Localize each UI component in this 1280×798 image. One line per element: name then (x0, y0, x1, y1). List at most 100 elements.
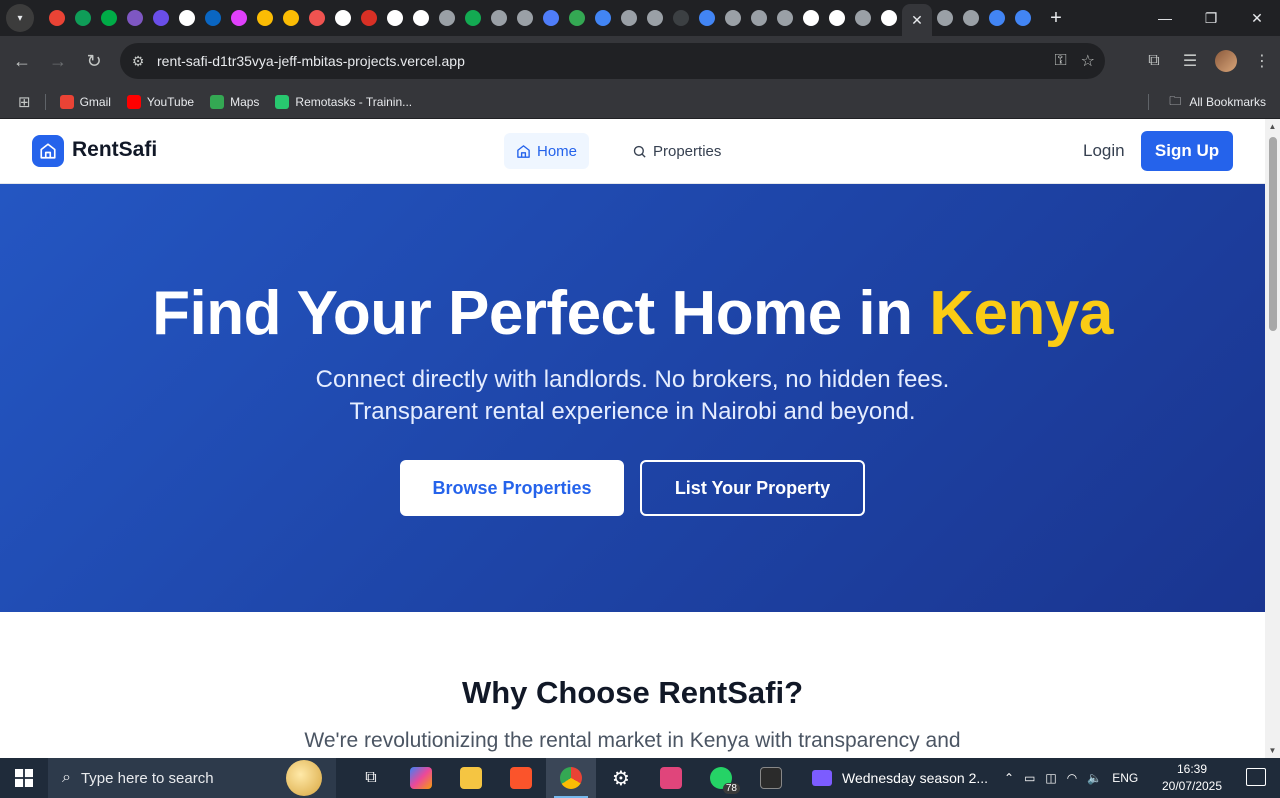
tab-favicon[interactable] (330, 0, 356, 36)
minimize-icon[interactable]: — (1142, 0, 1188, 36)
tab-favicon[interactable] (616, 0, 642, 36)
all-bookmarks-button[interactable]: 🗀 All Bookmarks (1169, 86, 1266, 118)
whatsapp-icon[interactable]: 78 (696, 758, 746, 798)
tab-favicon[interactable] (278, 0, 304, 36)
favicon-icon (283, 10, 299, 26)
tab-favicon[interactable] (824, 0, 850, 36)
bookmark-item[interactable]: YouTube (126, 95, 194, 109)
notifications-icon[interactable] (1246, 768, 1266, 786)
tab-favicon[interactable] (984, 0, 1010, 36)
tab-favicon[interactable] (96, 0, 122, 36)
scroll-up-icon[interactable]: ▲ (1268, 122, 1277, 131)
password-key-icon[interactable]: ⚿ (1054, 52, 1066, 70)
tab-favicon[interactable] (226, 0, 252, 36)
tab-favicon[interactable] (958, 0, 984, 36)
tab-favicon[interactable] (798, 0, 824, 36)
tab-favicon[interactable] (486, 0, 512, 36)
favicon-icon (231, 10, 247, 26)
bookmark-label: Remotasks - Trainin... (295, 95, 413, 109)
apps-grid-icon[interactable]: ⊞ (18, 93, 31, 111)
file-explorer-icon[interactable] (446, 758, 496, 798)
tab-favicon[interactable] (382, 0, 408, 36)
forward-icon[interactable]: → (40, 43, 76, 79)
tab-favicon[interactable] (876, 0, 902, 36)
show-hidden-icons-icon[interactable]: ⌃ (1004, 771, 1014, 785)
brave-browser-icon[interactable] (496, 758, 546, 798)
menu-kebab-icon[interactable]: ⋮ (1244, 51, 1280, 71)
settings-gear-icon[interactable]: ⚙ (596, 758, 646, 798)
address-bar[interactable]: ⚙ rent-safi-d1tr35vya-jeff-mbitas-projec… (120, 43, 1105, 79)
taskbar-search[interactable]: ⌕ Type here to search (48, 758, 336, 798)
language-indicator[interactable]: ENG (1112, 771, 1138, 785)
tab-favicon[interactable] (512, 0, 538, 36)
tab-favicon[interactable] (850, 0, 876, 36)
media-widget[interactable]: Wednesday season 2... (812, 758, 988, 798)
signup-button[interactable]: Sign Up (1141, 131, 1233, 171)
page-scrollbar[interactable]: ▲ ▼ (1265, 119, 1280, 758)
tab-favicon[interactable] (304, 0, 330, 36)
bookmark-item[interactable]: Maps (210, 95, 259, 109)
home-logo-icon[interactable] (32, 135, 64, 167)
url-text[interactable]: rent-safi-d1tr35vya-jeff-mbitas-projects… (157, 53, 465, 69)
tab-favicon[interactable] (44, 0, 70, 36)
tab-favicon[interactable] (720, 0, 746, 36)
tab-favicon[interactable] (538, 0, 564, 36)
tab-favicon[interactable] (408, 0, 434, 36)
tab-favicon[interactable] (460, 0, 486, 36)
volume-icon[interactable]: 🔈 (1087, 771, 1102, 785)
scroll-down-icon[interactable]: ▼ (1268, 746, 1277, 755)
close-window-icon[interactable]: ✕ (1234, 0, 1280, 36)
tab-favicon[interactable] (252, 0, 278, 36)
chrome-icon[interactable] (546, 758, 596, 798)
favicon-icon (361, 10, 377, 26)
snipping-tool-icon[interactable] (646, 758, 696, 798)
tab-favicon[interactable] (122, 0, 148, 36)
reload-icon[interactable]: ↻ (76, 43, 112, 79)
tab-favicon[interactable] (174, 0, 200, 36)
tab-favicon[interactable] (642, 0, 668, 36)
extensions-icon[interactable]: ⧉ (1136, 52, 1172, 70)
tab-favicon[interactable] (746, 0, 772, 36)
tab-favicon[interactable] (200, 0, 226, 36)
tab-favicon[interactable] (148, 0, 174, 36)
list-property-button[interactable]: List Your Property (640, 460, 865, 516)
tab-favicon[interactable] (590, 0, 616, 36)
favicon-icon (829, 10, 845, 26)
task-view-icon[interactable]: ⧉ (346, 758, 396, 798)
login-link[interactable]: Login (1083, 141, 1125, 161)
restore-icon[interactable]: ❐ (1188, 0, 1234, 36)
scrollbar-thumb[interactable] (1269, 137, 1277, 331)
wifi-icon[interactable]: ◠ (1067, 771, 1077, 785)
network-icon[interactable]: ◫ (1045, 771, 1056, 785)
brand-name[interactable]: RentSafi (72, 138, 157, 162)
tab-favicon[interactable] (564, 0, 590, 36)
app-icon[interactable] (746, 758, 796, 798)
nav-properties[interactable]: Properties (620, 133, 733, 169)
tab-favicon[interactable] (772, 0, 798, 36)
tab-favicon[interactable] (694, 0, 720, 36)
active-tab[interactable]: ✕ (902, 4, 932, 36)
new-tab-button[interactable]: + (1042, 4, 1070, 32)
battery-icon[interactable]: ▭ (1024, 771, 1035, 785)
tab-favicon[interactable] (1010, 0, 1036, 36)
profile-avatar[interactable] (1215, 50, 1237, 72)
bookmark-star-icon[interactable]: ☆ (1081, 51, 1095, 71)
favicon-icon (777, 10, 793, 26)
bookmark-item[interactable]: Remotasks - Trainin... (275, 95, 412, 109)
back-icon[interactable]: ← (4, 43, 40, 79)
nav-home[interactable]: Home (504, 133, 590, 169)
tab-favicon[interactable] (434, 0, 460, 36)
tab-search-button[interactable]: ▾ (6, 4, 34, 32)
tab-favicon[interactable] (70, 0, 96, 36)
reading-list-icon[interactable]: ☰ (1172, 51, 1208, 71)
clock[interactable]: 16:39 20/07/2025 (1160, 761, 1224, 795)
tab-favicon[interactable] (668, 0, 694, 36)
site-settings-icon[interactable]: ⚙ (128, 53, 148, 70)
copilot-icon[interactable] (396, 758, 446, 798)
close-tab-icon[interactable]: ✕ (911, 12, 923, 29)
tab-favicon[interactable] (356, 0, 382, 36)
tab-favicon[interactable] (932, 0, 958, 36)
browse-properties-button[interactable]: Browse Properties (400, 460, 624, 516)
bookmark-item[interactable]: Gmail (59, 95, 111, 109)
windows-start-button[interactable] (0, 758, 48, 798)
